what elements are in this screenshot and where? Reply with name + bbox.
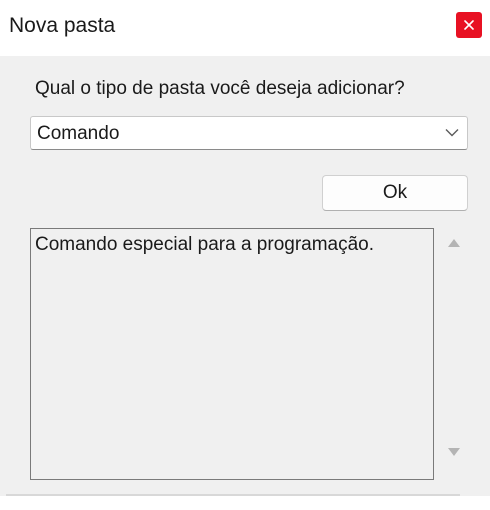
chevron-down-icon <box>445 129 459 137</box>
ok-button-label: Ok <box>382 182 408 203</box>
dialog-body: Qual o tipo de pasta você deseja adicion… <box>0 56 490 496</box>
scroll-down-arrow-icon[interactable] <box>447 447 461 457</box>
folder-type-selected-value: Comando <box>37 123 120 144</box>
folder-type-select[interactable]: Comando <box>30 116 468 150</box>
dialog-window: Nova pasta Qual o tipo de pasta você des… <box>0 0 490 510</box>
scroll-up-arrow-icon[interactable] <box>447 238 461 248</box>
bottom-strip <box>0 496 490 510</box>
close-icon <box>464 20 474 30</box>
description-text: Comando especial para a programação. <box>35 234 375 255</box>
folder-type-question: Qual o tipo de pasta você deseja adicion… <box>35 78 405 99</box>
title-bar: Nova pasta <box>0 0 490 56</box>
ok-button[interactable]: Ok <box>322 175 468 211</box>
description-box: Comando especial para a programação. <box>30 228 434 480</box>
window-title: Nova pasta <box>9 14 116 37</box>
close-button[interactable] <box>456 12 482 38</box>
